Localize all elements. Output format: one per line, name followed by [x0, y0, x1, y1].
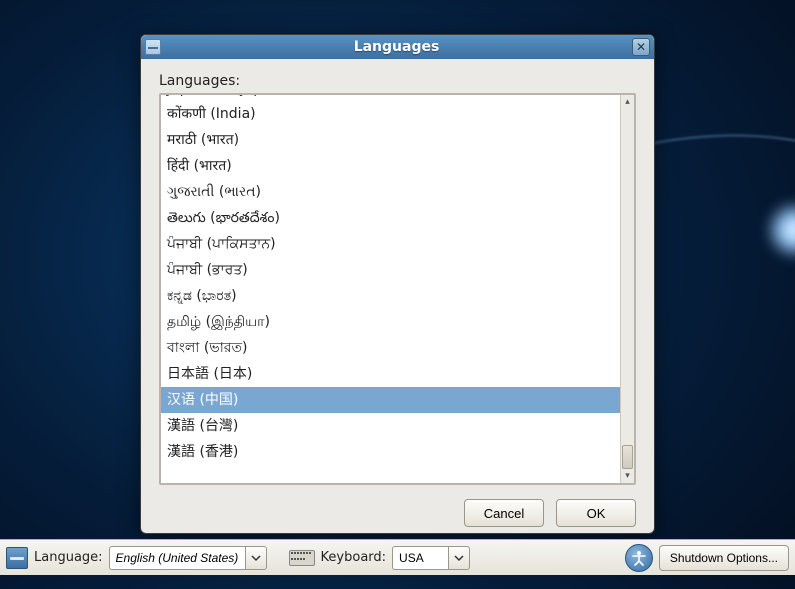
chevron-down-icon: [251, 553, 261, 563]
list-item[interactable]: தமிழ் (இந்தியா): [161, 309, 620, 335]
keyboard-combo[interactable]: [392, 546, 470, 570]
shutdown-options-button[interactable]: Shutdown Options...: [659, 545, 789, 571]
list-item[interactable]: తెలుగు (భారతదేశం): [161, 205, 620, 231]
scrollbar[interactable]: ▴ ▾: [620, 95, 634, 483]
ok-button[interactable]: OK: [556, 499, 636, 527]
cancel-button[interactable]: Cancel: [464, 499, 544, 527]
scroll-up-icon[interactable]: ▴: [621, 95, 634, 109]
keyboard-icon: [289, 550, 315, 566]
languages-listbox[interactable]: Japanese (Japan)कोंकणी (India)मराठी (भार…: [159, 93, 636, 485]
languages-dialog: Languages ✕ Languages: Japanese (Japan)क…: [140, 34, 655, 534]
language-input[interactable]: [109, 546, 245, 570]
list-item[interactable]: ਪੰਜਾਬੀ (ਭਾਰਤ): [161, 257, 620, 283]
titlebar[interactable]: Languages ✕: [141, 35, 654, 59]
list-item[interactable]: हिंदी (भारत): [161, 153, 620, 179]
list-item[interactable]: 日本語 (日本): [161, 361, 620, 387]
chevron-down-icon: [454, 553, 464, 563]
dialog-content: Languages: Japanese (Japan)कोंकणी (India…: [141, 59, 654, 534]
flag-icon: [6, 547, 28, 569]
accessibility-icon[interactable]: [625, 544, 653, 572]
list-item[interactable]: ગુજરાતી (ભારત): [161, 179, 620, 205]
language-dropdown-button[interactable]: [245, 546, 267, 570]
keyboard-input[interactable]: [392, 546, 448, 570]
list-item[interactable]: ਪੰਜਾਬੀ (ਪਾਕਿਸਤਾਨ): [161, 231, 620, 257]
scroll-thumb[interactable]: [622, 445, 633, 469]
list-item[interactable]: 汉语 (中国): [161, 387, 620, 413]
window-title: Languages: [161, 39, 632, 55]
list-item[interactable]: বাংলা (ভারত): [161, 335, 620, 361]
list-item[interactable]: 漢語 (台灣): [161, 413, 620, 439]
window-icon: [145, 39, 161, 55]
languages-label: Languages:: [159, 73, 636, 89]
close-icon[interactable]: ✕: [632, 38, 650, 56]
list-item[interactable]: 漢語 (香港): [161, 439, 620, 465]
scroll-track[interactable]: [621, 109, 634, 469]
keyboard-dropdown-button[interactable]: [448, 546, 470, 570]
scroll-down-icon[interactable]: ▾: [621, 469, 634, 483]
bottom-panel: Language: Keyboard: Shutdown Options...: [0, 539, 795, 575]
language-label: Language:: [34, 550, 103, 565]
list-item[interactable]: ಕನ್ನಡ (ಭಾರತ): [161, 283, 620, 309]
keyboard-label: Keyboard:: [321, 550, 387, 565]
list-item[interactable]: कोंकणी (India): [161, 101, 620, 127]
language-combo[interactable]: [109, 546, 267, 570]
list-item[interactable]: मराठी (भारत): [161, 127, 620, 153]
